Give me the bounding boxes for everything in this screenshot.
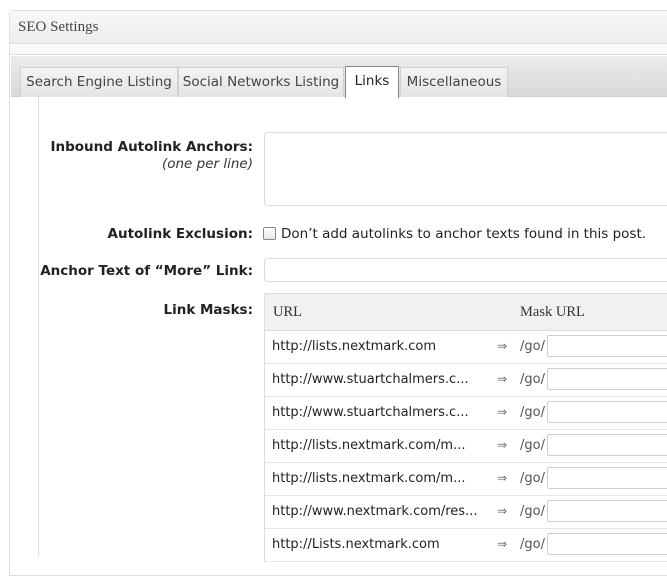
arrow-icon: ⇒ bbox=[497, 405, 508, 419]
mask-url-input[interactable] bbox=[547, 434, 667, 456]
mask-url-input[interactable] bbox=[547, 467, 667, 489]
mask-prefix: /go/ bbox=[520, 372, 545, 387]
link-url: http://Lists.nextmark.com bbox=[272, 537, 440, 552]
inbound-anchors-hint: (one per line) bbox=[161, 156, 253, 172]
tab-search-engine-listing[interactable]: Search Engine Listing bbox=[20, 67, 178, 97]
table-row: http://lists.nextmark.com/m... ⇒ /go/ bbox=[265, 430, 667, 463]
table-row: http://lists.nextmark.com/m... ⇒ /go/ bbox=[265, 463, 667, 496]
tab-links[interactable]: Links bbox=[345, 66, 399, 98]
panel-header: SEO Settings bbox=[10, 11, 667, 44]
mask-url-input[interactable] bbox=[547, 335, 667, 357]
inbound-anchors-label: Inbound Autolink Anchors: bbox=[50, 139, 253, 155]
link-url: http://www.stuartchalmers.c... bbox=[272, 372, 469, 387]
link-url: http://www.stuartchalmers.c... bbox=[272, 405, 469, 420]
table-row: http://www.stuartchalmers.c... ⇒ /go/ bbox=[265, 397, 667, 430]
more-link-input[interactable] bbox=[264, 258, 667, 282]
link-url: http://lists.nextmark.com/m... bbox=[272, 438, 466, 453]
mask-prefix: /go/ bbox=[520, 438, 545, 453]
mask-prefix: /go/ bbox=[520, 537, 545, 552]
table-row: http://Lists.nextmark.com ⇒ /go/ bbox=[265, 529, 667, 562]
link-url: http://www.nextmark.com/res... bbox=[272, 504, 478, 519]
mask-url-input[interactable] bbox=[547, 368, 667, 390]
mask-prefix: /go/ bbox=[520, 471, 545, 486]
arrow-icon: ⇒ bbox=[497, 339, 508, 353]
tab-social-networks-listing[interactable]: Social Networks Listing bbox=[178, 67, 344, 97]
mask-url-input[interactable] bbox=[547, 500, 667, 522]
link-url: http://lists.nextmark.com/m... bbox=[272, 471, 466, 486]
arrow-icon: ⇒ bbox=[497, 438, 508, 452]
table-row: http://www.nextmark.com/res... ⇒ /go/ bbox=[265, 496, 667, 529]
mask-prefix: /go/ bbox=[520, 339, 545, 354]
arrow-icon: ⇒ bbox=[497, 372, 508, 386]
column-header-url: URL bbox=[273, 304, 302, 320]
mask-prefix: /go/ bbox=[520, 405, 545, 420]
tab-miscellaneous[interactable]: Miscellaneous bbox=[400, 67, 508, 97]
column-header-mask-url: Mask URL bbox=[520, 304, 585, 320]
table-row: http://www.stuartchalmers.c... ⇒ /go/ bbox=[265, 364, 667, 397]
autolink-exclusion-checkbox[interactable] bbox=[263, 227, 276, 240]
content-divider bbox=[38, 96, 39, 556]
mask-url-input[interactable] bbox=[547, 533, 667, 555]
inbound-anchors-textarea[interactable] bbox=[264, 132, 667, 206]
table-row: http://lists.nextmark.com ⇒ /go/ bbox=[265, 331, 667, 364]
link-masks-header: URL Mask URL bbox=[265, 294, 667, 331]
mask-prefix: /go/ bbox=[520, 504, 545, 519]
tab-bar: Search Engine Listing Social Networks Li… bbox=[11, 56, 667, 98]
arrow-icon: ⇒ bbox=[497, 537, 508, 551]
link-url: http://lists.nextmark.com bbox=[272, 339, 437, 354]
arrow-icon: ⇒ bbox=[497, 504, 508, 518]
link-masks-label: Link Masks: bbox=[163, 302, 253, 318]
more-link-label: Anchor Text of “More” Link: bbox=[40, 263, 253, 279]
panel-title: SEO Settings bbox=[18, 19, 99, 35]
autolink-exclusion-checkbox-label[interactable]: Don’t add autolinks to anchor texts foun… bbox=[281, 226, 646, 242]
mask-url-input[interactable] bbox=[547, 401, 667, 423]
arrow-icon: ⇒ bbox=[497, 471, 508, 485]
link-masks-table: URL Mask URL http://lists.nextmark.com ⇒… bbox=[264, 293, 667, 562]
autolink-exclusion-label: Autolink Exclusion: bbox=[107, 226, 253, 242]
